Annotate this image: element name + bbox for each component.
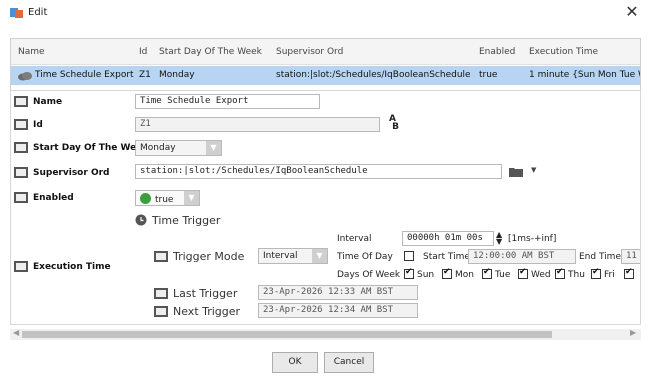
- column-header-id[interactable]: Id: [139, 47, 147, 57]
- day-checkbox-sat[interactable]: [624, 267, 634, 279]
- start-day-value: Monday: [140, 143, 176, 153]
- column-header-execution-time[interactable]: Execution Time: [529, 47, 598, 57]
- day-label-mon: Mon: [455, 270, 474, 280]
- property-icon: [14, 167, 28, 178]
- start-time-label: Start Time: [423, 252, 470, 262]
- chevron-down-icon: ▼: [206, 141, 221, 155]
- day-label-sun: Sun: [417, 270, 435, 280]
- property-sheet: Name Time Schedule Export Id Z1 A B Star…: [10, 90, 641, 325]
- property-icon: [14, 119, 28, 130]
- window-title: Edit: [28, 7, 48, 18]
- interval-range: [1ms-+inf]: [508, 234, 557, 244]
- chevron-down-icon: ▼: [312, 249, 327, 263]
- chevron-down-icon: ▼: [184, 191, 199, 205]
- property-icon: [14, 192, 28, 203]
- day-label-tue: Tue: [495, 270, 511, 280]
- chevron-down-icon[interactable]: ▼: [531, 166, 536, 174]
- time-of-day-checkbox[interactable]: [404, 251, 414, 261]
- last-trigger-field: 23-Apr-2026 12:33 AM BST: [258, 285, 418, 300]
- folder-icon[interactable]: [509, 167, 523, 180]
- trigger-mode-label: Trigger Mode: [173, 250, 245, 263]
- execution-time-label: Execution Time: [33, 262, 111, 272]
- title-bar: Edit ✕: [0, 0, 651, 28]
- row-execution-time: 1 minute {Sun Mon Tue W: [529, 70, 641, 80]
- property-icon: [154, 251, 168, 262]
- table-row[interactable]: Time Schedule Export Z1 Monday station:|…: [11, 66, 640, 85]
- day-checkbox-fri[interactable]: [591, 267, 601, 279]
- row-supervisor-ord: station:|slot:/Schedules/IqBooleanSchedu…: [276, 70, 471, 80]
- enabled-select[interactable]: true ▼: [135, 190, 200, 206]
- name-label: Name: [33, 97, 63, 107]
- table: Name Id Start Day Of The Week Supervisor…: [10, 38, 641, 98]
- next-trigger-label: Next Trigger: [173, 305, 241, 318]
- scrollbar-thumb[interactable]: [22, 331, 552, 338]
- day-checkbox-thu[interactable]: [555, 267, 565, 279]
- day-checkbox-tue[interactable]: [482, 267, 492, 279]
- trigger-mode-value: Interval: [263, 251, 298, 261]
- next-trigger-field: 23-Apr-2026 12:34 AM BST: [258, 303, 418, 318]
- day-label-thu: Thu: [568, 270, 585, 280]
- rename-icon[interactable]: A B: [389, 115, 399, 132]
- ok-button[interactable]: OK: [272, 352, 318, 373]
- start-day-select[interactable]: Monday ▼: [135, 140, 222, 156]
- time-of-day-label: Time Of Day: [337, 252, 393, 262]
- scroll-left-icon[interactable]: ◀: [13, 328, 19, 337]
- row-name: Time Schedule Export: [35, 70, 134, 80]
- clock-icon: [135, 214, 147, 229]
- scroll-right-icon[interactable]: ▶: [630, 328, 636, 337]
- column-header-supervisor-ord[interactable]: Supervisor Ord: [276, 47, 343, 57]
- days-of-week-label: Days Of Week: [337, 270, 401, 280]
- time-trigger-label: Time Trigger: [152, 214, 221, 227]
- end-time-label: End Time: [579, 252, 621, 262]
- property-icon: [14, 142, 28, 153]
- start-day-label: Start Day Of The Week: [33, 143, 149, 153]
- spinner-icon[interactable]: ▲ ▼: [496, 231, 502, 246]
- column-header-start-day[interactable]: Start Day Of The Week: [159, 47, 262, 57]
- edit-window-icon: [10, 7, 24, 19]
- day-checkbox-sun[interactable]: [404, 267, 414, 279]
- column-header-enabled[interactable]: Enabled: [479, 47, 515, 57]
- cloud-export-icon: [17, 71, 33, 84]
- horizontal-scrollbar[interactable]: ◀ ▶: [10, 328, 641, 340]
- trigger-mode-select[interactable]: Interval ▼: [258, 248, 328, 264]
- interval-field[interactable]: 00000h 01m 00s: [402, 231, 494, 246]
- close-icon[interactable]: ✕: [622, 3, 642, 23]
- enabled-value: true: [155, 195, 174, 205]
- start-time-field[interactable]: 12:00:00 AM BST: [468, 249, 576, 264]
- last-trigger-label: Last Trigger: [173, 287, 238, 300]
- day-label-wed: Wed: [531, 270, 551, 280]
- end-time-field[interactable]: 11: [621, 249, 640, 264]
- id-label: Id: [33, 120, 43, 130]
- property-icon: [14, 261, 28, 272]
- interval-label: Interval: [337, 234, 372, 244]
- name-field[interactable]: Time Schedule Export: [135, 94, 320, 109]
- day-checkbox-mon[interactable]: [442, 267, 452, 279]
- supervisor-ord-field[interactable]: station:|slot:/Schedules/IqBooleanSchedu…: [135, 164, 502, 179]
- property-icon: [154, 288, 168, 299]
- property-icon: [154, 306, 168, 317]
- row-start-day: Monday: [159, 70, 195, 80]
- day-label-fri: Fri: [604, 270, 615, 280]
- day-checkbox-wed[interactable]: [518, 267, 528, 279]
- property-icon: [14, 96, 28, 107]
- supervisor-ord-label: Supervisor Ord: [33, 168, 110, 178]
- cancel-button[interactable]: Cancel: [324, 352, 374, 373]
- column-header-name[interactable]: Name: [18, 47, 45, 57]
- table-header: Name Id Start Day Of The Week Supervisor…: [11, 39, 640, 65]
- status-dot-icon: [140, 193, 151, 204]
- row-id: Z1: [139, 70, 151, 80]
- row-enabled: true: [479, 70, 498, 80]
- enabled-label: Enabled: [33, 193, 74, 203]
- id-field[interactable]: Z1: [135, 117, 380, 132]
